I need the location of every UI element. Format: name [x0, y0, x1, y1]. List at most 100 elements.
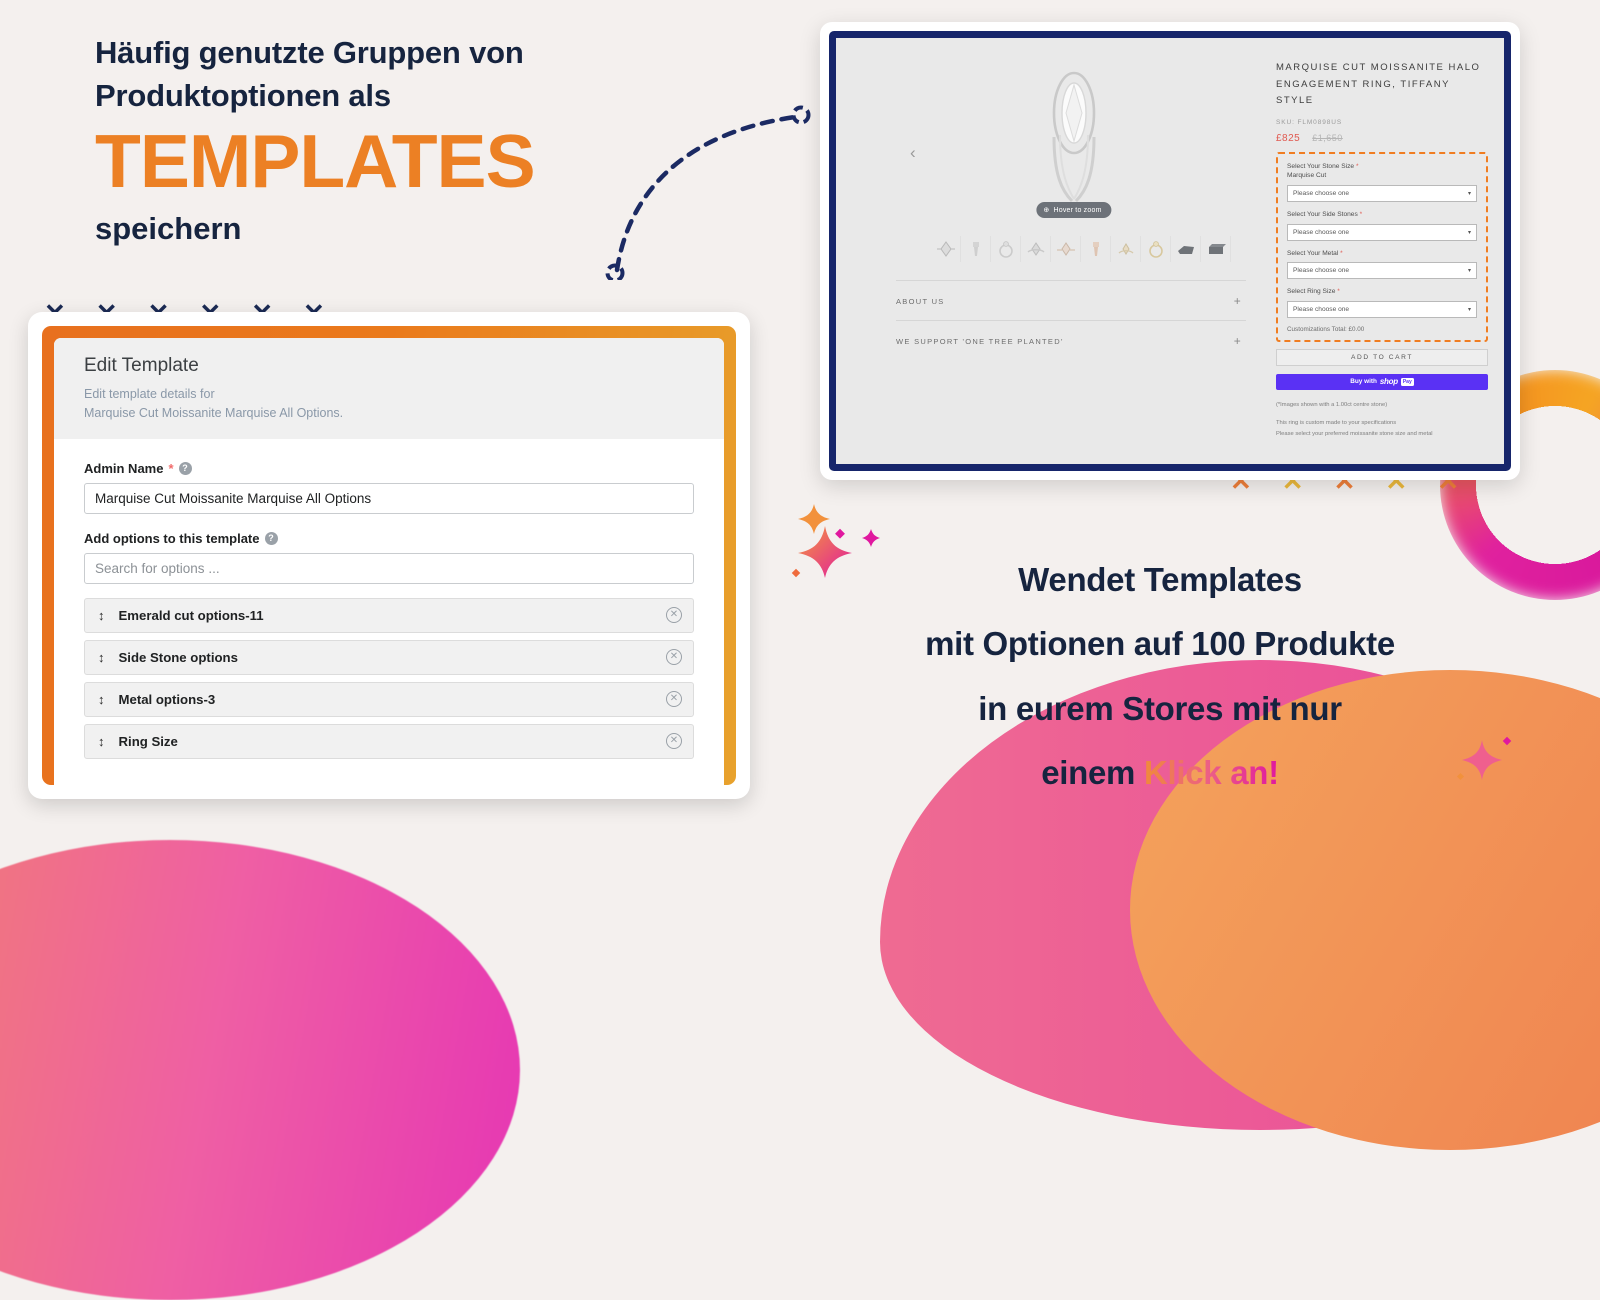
drag-handle-icon[interactable]: ↕ — [98, 734, 105, 749]
option-label-side-stones: Select Your Side Stones * — [1287, 210, 1477, 220]
customizations-total: Customizations Total: £0.00 — [1287, 325, 1365, 333]
remove-option-icon[interactable]: ✕ — [666, 733, 682, 749]
plus-icon: + — [1233, 334, 1242, 348]
option-label-text: Select Your Stone Size — [1287, 162, 1355, 170]
help-icon[interactable]: ? — [178, 461, 192, 475]
required-asterisk: * — [1359, 210, 1363, 218]
storefront-gallery-column: ‹ ⊕ Hover to zoom ABOUT US + WE SUPPORT … — [836, 38, 1266, 464]
subtitle-line-2: Marquise Cut Moissanite Marquise All Opt… — [84, 405, 344, 420]
accordion-one-tree-planted[interactable]: WE SUPPORT 'ONE TREE PLANTED' + — [896, 320, 1246, 360]
add-to-cart-button[interactable]: ADD TO CART — [1276, 348, 1488, 366]
list-item[interactable]: ↕ Metal options-3 ✕ — [84, 681, 694, 717]
note-custom-line-1: This ring is custom made to your specifi… — [1276, 419, 1397, 426]
edit-template-card: Edit Template Edit template details for … — [28, 312, 750, 799]
remove-option-icon[interactable]: ✕ — [666, 607, 682, 623]
product-title: MARQUISE CUT MOISSANITE HALO ENGAGEMENT … — [1276, 62, 1481, 107]
price-compare-at: £1,650 — [1312, 132, 1343, 143]
edit-template-subtitle: Edit template details for Marquise Cut M… — [84, 385, 694, 423]
required-asterisk: * — [168, 460, 174, 476]
required-asterisk: * — [1337, 288, 1340, 296]
help-icon[interactable]: ? — [264, 531, 278, 545]
gallery-thumbnail[interactable] — [1111, 236, 1141, 262]
list-item[interactable]: ↕ Ring Size ✕ — [84, 723, 694, 759]
accordion-about-us[interactable]: ABOUT US + — [896, 280, 1246, 320]
gallery-thumbnail[interactable] — [931, 236, 961, 262]
gallery-thumbnail-strip — [896, 236, 1252, 262]
gallery-thumbnail[interactable] — [1081, 236, 1111, 262]
chevron-down-icon: ▾ — [1467, 190, 1471, 197]
marketing-line-2: mit Optionen auf 100 Produkte — [925, 625, 1395, 663]
storefront-screen: ‹ ⊕ Hover to zoom ABOUT US + WE SUPPORT … — [829, 31, 1511, 471]
gallery-thumbnail[interactable] — [1051, 236, 1081, 262]
edit-template-panel: Edit Template Edit template details for … — [54, 338, 724, 785]
remove-option-icon[interactable]: ✕ — [666, 691, 682, 707]
option-label-text: Select Ring Size — [1287, 288, 1336, 296]
remove-option-icon[interactable]: ✕ — [666, 649, 682, 665]
bottom-left-gradient-blob — [0, 840, 520, 1300]
option-label-ring-size: Select Ring Size * — [1287, 287, 1477, 297]
chevron-down-icon: ▾ — [1467, 306, 1471, 313]
option-name: Emerald cut options-11 — [118, 607, 264, 623]
drag-handle-icon[interactable]: ↕ — [98, 650, 105, 665]
note-custom-made: This ring is custom made to your specifi… — [1276, 418, 1488, 440]
shop-pay-button[interactable]: Buy with shop Pay — [1276, 373, 1488, 390]
option-sublabel: Marquise Cut — [1287, 172, 1327, 180]
select-metal[interactable]: Please choose one ▾ — [1287, 262, 1477, 280]
subtitle-line-1: Edit template details for — [84, 387, 215, 401]
accordion-label: ABOUT US — [896, 296, 945, 306]
option-label-text: Select Your Metal — [1287, 249, 1339, 257]
shop-pay-prefix: Buy with — [1350, 378, 1377, 386]
gallery-thumbnail[interactable] — [1201, 236, 1231, 262]
marketing-line-1: Wendet Templates — [1018, 561, 1302, 598]
list-item[interactable]: ↕ Emerald cut options-11 ✕ — [84, 597, 694, 633]
select-value: Please choose one — [1293, 189, 1350, 197]
dashed-curved-arrow — [605, 105, 811, 280]
chevron-down-icon: ▾ — [1467, 268, 1471, 275]
gallery-thumbnail[interactable] — [991, 236, 1021, 262]
admin-name-label: Admin Name * ? — [84, 461, 694, 476]
edit-template-header: Edit Template Edit template details for … — [54, 338, 724, 439]
product-options-highlight-box: Select Your Stone Size * Marquise Cut Pl… — [1276, 151, 1488, 342]
select-value: Please choose one — [1293, 305, 1350, 313]
page-title: Edit Template — [84, 355, 199, 376]
marketing-copy-block: Wendet Templates mit Optionen auf 100 Pr… — [810, 548, 1510, 805]
search-options-input[interactable] — [84, 552, 694, 584]
option-label-text: Select Your Side Stones — [1287, 210, 1358, 218]
marketing-line-4-plain: einem — [1041, 754, 1144, 792]
product-hero-image[interactable]: ⊕ Hover to zoom — [896, 60, 1252, 218]
marketing-line-4: einem Klick an! — [810, 741, 1510, 805]
zoom-icon: ⊕ — [1043, 207, 1050, 214]
product-sku: SKU: FLM0898US — [1276, 118, 1343, 126]
headline-line-1: Häufig genutzte Gruppen von — [95, 35, 524, 70]
option-label-stone-size: Select Your Stone Size * Marquise Cut — [1287, 162, 1477, 181]
select-stone-size[interactable]: Please choose one ▾ — [1287, 184, 1477, 202]
select-value: Please choose one — [1293, 267, 1350, 275]
note-images: (*Images shown with a 1.00ct centre ston… — [1276, 401, 1388, 408]
price-current: £825 — [1276, 132, 1301, 144]
list-item[interactable]: ↕ Side Stone options ✕ — [84, 639, 694, 675]
shop-logo: shop — [1379, 377, 1398, 387]
gallery-thumbnail[interactable] — [961, 236, 991, 262]
option-name: Side Stone options — [118, 649, 238, 665]
note-custom-line-2: Please select your preferred moissanite … — [1276, 430, 1433, 437]
edit-template-body: Admin Name * ? Add options to this templ… — [54, 438, 724, 759]
gallery-thumbnail[interactable] — [1021, 236, 1051, 262]
marketing-line-4-accent: Klick an! — [1143, 754, 1279, 792]
select-ring-size[interactable]: Please choose one ▾ — [1287, 300, 1477, 318]
drag-handle-icon[interactable]: ↕ — [98, 692, 105, 707]
select-side-stones[interactable]: Please choose one ▾ — [1287, 223, 1477, 241]
option-name: Metal options-3 — [118, 691, 216, 707]
admin-name-input[interactable] — [84, 482, 694, 514]
option-name: Ring Size — [118, 733, 178, 749]
hover-to-zoom-badge[interactable]: ⊕ Hover to zoom — [1036, 202, 1112, 218]
gallery-thumbnail[interactable] — [1171, 236, 1201, 262]
accordion-label: WE SUPPORT 'ONE TREE PLANTED' — [896, 336, 1064, 346]
storefront-details-column: MARQUISE CUT MOISSANITE HALO ENGAGEMENT … — [1266, 38, 1504, 464]
option-label-metal: Select Your Metal * — [1287, 249, 1477, 259]
gallery-thumbnail[interactable] — [1141, 236, 1171, 262]
tablet-mockup: ‹ ⊕ Hover to zoom ABOUT US + WE SUPPORT … — [820, 22, 1520, 480]
drag-handle-icon[interactable]: ↕ — [98, 608, 105, 623]
marketing-line-3: in eurem Stores mit nur — [978, 689, 1342, 727]
add-options-label: Add options to this template ? — [84, 531, 694, 546]
chevron-down-icon: ▾ — [1467, 229, 1471, 236]
